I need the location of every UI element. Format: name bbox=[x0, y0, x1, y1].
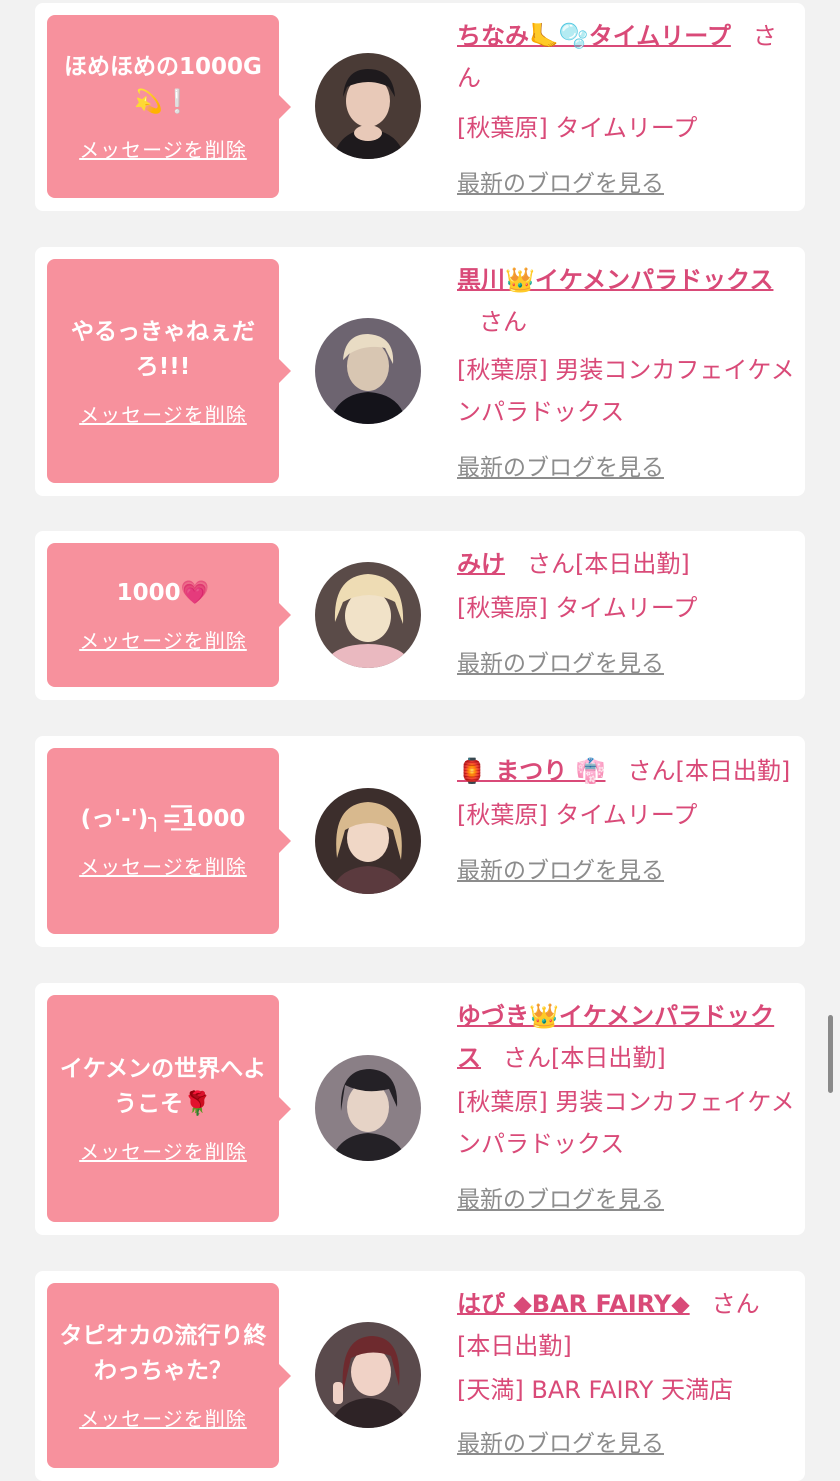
delete-message-link[interactable]: メッセージを削除 bbox=[79, 399, 247, 428]
message-card: ほめほめの1000G💫❕ メッセージを削除 ちなみ🦶🫧タイムリープ さん [秋葉原… bbox=[35, 3, 805, 211]
message-text: やるっきゃねぇだろ!!! bbox=[71, 318, 255, 380]
cast-info: 🏮 まつり 👘 さん[本日出勤] [秋葉原] タイムリープ 最新のブログを見る bbox=[457, 750, 795, 892]
delete-message-link[interactable]: メッセージを削除 bbox=[79, 134, 247, 163]
attendance-status: [本日出勤] bbox=[551, 1044, 666, 1072]
attendance-status: [本日出勤] bbox=[675, 757, 791, 785]
scrollbar-thumb[interactable] bbox=[828, 1015, 833, 1093]
cast-info: ゆづき👑イケメンパラドックス さん[本日出勤] [秋葉原] 男装コンカフェイケメン… bbox=[457, 995, 795, 1221]
avatar[interactable] bbox=[315, 53, 421, 159]
delete-message-link[interactable]: メッセージを削除 bbox=[79, 625, 247, 654]
message-card: タピオカの流行り終わっちゃた？ メッセージを削除 はぴ ◆BAR FAIRY◆ さ… bbox=[35, 1271, 805, 1481]
message-text: タピオカの流行り終わっちゃた？ bbox=[59, 1323, 267, 1384]
message-card: イケメンの世界へようこそ🌹 メッセージを削除 ゆづき👑イケメンパラドックス さん[… bbox=[35, 983, 805, 1235]
honorific: さん bbox=[527, 550, 575, 578]
avatar[interactable] bbox=[315, 1055, 421, 1161]
cast-name-link[interactable]: 黒川👑イケメンパラドックス bbox=[457, 266, 773, 294]
cast-name-link[interactable]: ちなみ🦶🫧タイムリープ bbox=[457, 22, 731, 50]
message-text: イケメンの世界へようこそ🌹 bbox=[59, 1056, 267, 1117]
cast-name-link[interactable]: みけ bbox=[457, 550, 505, 578]
message-bubble: やるっきゃねぇだろ!!! メッセージを削除 bbox=[47, 259, 291, 483]
message-card: (っ'-')╮=͟͟͞͞1000 メッセージを削除 🏮 まつり 👘 さん[本日出勤… bbox=[35, 736, 805, 947]
latest-blog-link[interactable]: 最新のブログを見る bbox=[457, 643, 795, 685]
shop-label: [天満] BAR FAIRY 天満店 bbox=[457, 1376, 734, 1404]
message-card: 1000💗 メッセージを削除 みけ さん[本日出勤] [秋葉原] タイムリープ 最… bbox=[35, 531, 805, 700]
message-card: やるっきゃねぇだろ!!! メッセージを削除 黒川👑イケメンパラドックスさん [秋… bbox=[35, 247, 805, 496]
message-bubble: 1000💗 メッセージを削除 bbox=[47, 543, 291, 687]
cast-info: はぴ ◆BAR FAIRY◆ さん [本日出勤] [天満] BAR FAIRY 天… bbox=[457, 1283, 795, 1465]
honorific: さん bbox=[627, 757, 676, 785]
avatar[interactable] bbox=[315, 1322, 421, 1428]
message-bubble: タピオカの流行り終わっちゃた？ メッセージを削除 bbox=[47, 1283, 291, 1468]
avatar[interactable] bbox=[315, 788, 421, 894]
honorific: さん bbox=[479, 308, 527, 336]
honorific: さん bbox=[503, 1044, 551, 1072]
latest-blog-link[interactable]: 最新のブログを見る bbox=[457, 447, 795, 489]
message-bubble: ほめほめの1000G💫❕ メッセージを削除 bbox=[47, 15, 291, 198]
cast-name-link[interactable]: はぴ ◆BAR FAIRY◆ bbox=[457, 1290, 690, 1318]
attendance-status: [本日出勤] bbox=[457, 1332, 572, 1360]
message-text: ほめほめの1000G💫❕ bbox=[64, 54, 262, 115]
avatar[interactable] bbox=[315, 318, 421, 424]
shop-label: [秋葉原] タイムリープ bbox=[457, 114, 698, 142]
cast-info: みけ さん[本日出勤] [秋葉原] タイムリープ 最新のブログを見る bbox=[457, 543, 795, 685]
shop-label: [秋葉原] 男装コンカフェイケメンパラドックス bbox=[457, 1088, 795, 1158]
latest-blog-link[interactable]: 最新のブログを見る bbox=[457, 1423, 795, 1465]
latest-blog-link[interactable]: 最新のブログを見る bbox=[457, 163, 795, 205]
shop-label: [秋葉原] タイムリープ bbox=[457, 594, 698, 622]
message-text: (っ'-')╮=͟͟͞͞1000 bbox=[80, 806, 246, 832]
message-bubble: イケメンの世界へようこそ🌹 メッセージを削除 bbox=[47, 995, 291, 1222]
cast-name-link[interactable]: 🏮 まつり 👘 bbox=[457, 757, 605, 785]
shop-label: [秋葉原] タイムリープ bbox=[457, 801, 698, 829]
message-text: 1000💗 bbox=[116, 580, 210, 606]
delete-message-link[interactable]: メッセージを削除 bbox=[79, 1403, 247, 1432]
delete-message-link[interactable]: メッセージを削除 bbox=[79, 1136, 247, 1165]
delete-message-link[interactable]: メッセージを削除 bbox=[79, 851, 247, 880]
latest-blog-link[interactable]: 最新のブログを見る bbox=[457, 850, 795, 892]
message-bubble: (っ'-')╮=͟͟͞͞1000 メッセージを削除 bbox=[47, 748, 291, 934]
cast-info: 黒川👑イケメンパラドックスさん [秋葉原] 男装コンカフェイケメンパラドックス … bbox=[457, 259, 795, 489]
cast-info: ちなみ🦶🫧タイムリープ さん [秋葉原] タイムリープ 最新のブログを見る bbox=[457, 15, 795, 205]
latest-blog-link[interactable]: 最新のブログを見る bbox=[457, 1179, 795, 1221]
shop-label: [秋葉原] 男装コンカフェイケメンパラドックス bbox=[457, 356, 795, 426]
attendance-status: [本日出勤] bbox=[575, 550, 690, 578]
honorific: さん bbox=[711, 1290, 760, 1318]
avatar[interactable] bbox=[315, 562, 421, 668]
